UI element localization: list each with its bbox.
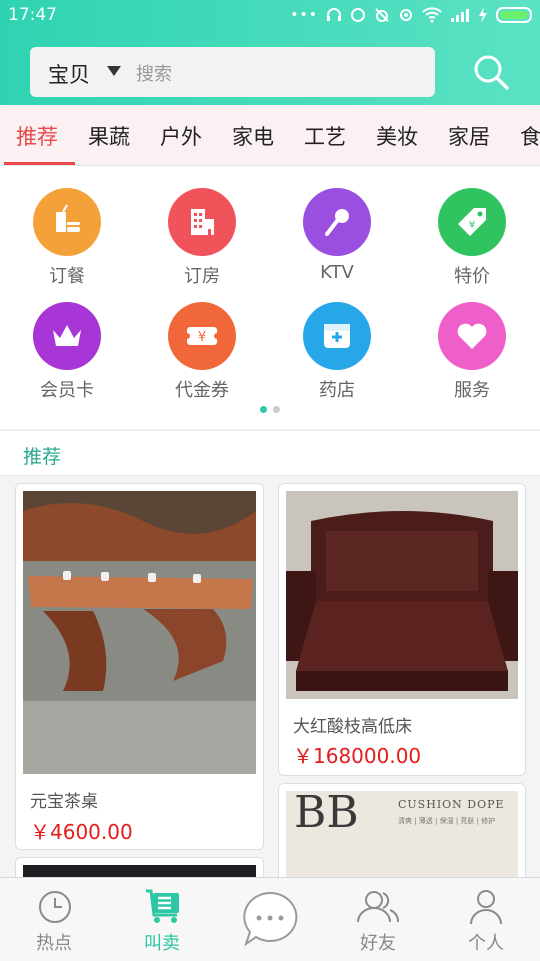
tab-appliances[interactable]: 家电: [232, 121, 274, 151]
entry-special[interactable]: ¥ 特价: [407, 188, 537, 288]
tab-home[interactable]: 家居: [448, 121, 490, 151]
app-header: 17:47 ••• 宝贝: [0, 0, 540, 105]
product-card[interactable]: 大红酸枝高低床 ￥168000.00: [278, 483, 526, 776]
product-price: ￥168000.00: [293, 744, 422, 768]
tab-crafts[interactable]: 工艺: [304, 121, 346, 151]
entry-label: 药店: [319, 380, 355, 401]
entry-label: 订餐: [49, 266, 85, 287]
nav-label: 个人: [468, 933, 504, 954]
page-indicator: [260, 406, 280, 413]
ticket-icon: ¥: [168, 302, 236, 370]
caret-down-icon[interactable]: [107, 66, 121, 76]
entry-service[interactable]: 服务: [407, 302, 537, 402]
product-price: ￥4600.00: [30, 820, 133, 844]
settings-icon: [400, 9, 412, 21]
nav-sell[interactable]: 叫卖: [108, 878, 216, 961]
nav-chat[interactable]: [216, 878, 324, 961]
product-image[interactable]: [23, 491, 256, 774]
product-image-logo: BB: [294, 787, 359, 838]
search-icon[interactable]: [468, 50, 516, 94]
svg-text:¥: ¥: [469, 220, 475, 231]
entry-label: 服务: [454, 380, 490, 401]
price-tag-icon: ¥: [438, 188, 506, 256]
entry-voucher[interactable]: ¥ 代金券: [137, 302, 267, 402]
chat-bubble-icon: [243, 891, 298, 947]
section-title: 推荐: [23, 446, 62, 468]
heart-icon: [438, 302, 506, 370]
nav-profile[interactable]: 个人: [432, 878, 540, 961]
entry-label: 代金券: [175, 380, 229, 401]
bottom-navigation: 热点 叫卖 好友 个人: [0, 877, 540, 961]
cart-list-icon: [146, 889, 179, 923]
entry-member-card[interactable]: 会员卡: [2, 302, 132, 402]
more-dots-icon: •••: [290, 7, 318, 23]
hotel-icon: [168, 188, 236, 256]
entry-label: 特价: [454, 266, 490, 287]
clock-icon: [39, 891, 71, 923]
nav-hot[interactable]: 热点: [0, 878, 108, 961]
product-image-subtitle: 清爽 | 薄透 | 保湿 | 亮肤 | 修护: [398, 817, 496, 825]
page-dot-active: [260, 406, 267, 413]
tab-beauty[interactable]: 美妆: [376, 121, 418, 151]
charging-icon: [479, 7, 487, 23]
entry-hotel[interactable]: 订房: [137, 188, 267, 288]
entry-label: 会员卡: [40, 380, 94, 401]
product-image[interactable]: [286, 491, 518, 699]
pharmacy-icon: [303, 302, 371, 370]
page-dot: [273, 406, 280, 413]
nav-label: 叫卖: [144, 933, 180, 954]
search-box[interactable]: 宝贝: [30, 47, 435, 97]
battery-icon: [496, 7, 532, 23]
signal-icon: [451, 9, 469, 22]
product-name: 元宝茶桌: [30, 792, 98, 812]
entry-ktv[interactable]: KTV: [272, 188, 402, 283]
headset-icon: [327, 8, 341, 21]
entry-meal[interactable]: 订餐: [2, 188, 132, 288]
friends-icon: [357, 891, 399, 923]
person-icon: [470, 890, 502, 925]
status-icons: •••: [290, 5, 532, 25]
search-input[interactable]: [134, 60, 418, 88]
nav-label: 热点: [36, 933, 72, 954]
tab-outdoor[interactable]: 户外: [160, 121, 202, 151]
category-tabs: 推荐 果蔬 户外 家电 工艺 美妆 家居 食: [0, 105, 540, 166]
nav-label: 好友: [360, 933, 396, 954]
crown-icon: [33, 302, 101, 370]
entry-label: KTV: [320, 262, 354, 283]
nav-friends[interactable]: 好友: [324, 878, 432, 961]
entry-pharmacy[interactable]: 药店: [272, 302, 402, 402]
product-name: 大红酸枝高低床: [293, 717, 412, 737]
entry-label: 订房: [184, 266, 220, 287]
tab-food[interactable]: 食: [520, 121, 540, 151]
status-bar: 17:47 •••: [0, 0, 540, 30]
microphone-icon: [303, 188, 371, 256]
search-scope-select[interactable]: 宝贝: [48, 59, 90, 89]
quick-entry-grid: 订餐 订房 KTV ¥ 特价 会员卡 ¥ 代金券 药店 服务: [0, 166, 540, 429]
section-header: 推荐: [0, 430, 540, 476]
meal-icon: [33, 188, 101, 256]
product-card[interactable]: 元宝茶桌 ￥4600.00: [15, 483, 264, 850]
tab-recommend[interactable]: 推荐: [16, 121, 58, 151]
sync-icon: [351, 8, 365, 22]
product-image-brand: CUSHION DOPE: [398, 798, 505, 811]
active-tab-indicator: [4, 162, 75, 165]
wifi-icon: [422, 7, 442, 23]
tab-produce[interactable]: 果蔬: [88, 121, 130, 151]
alarm-off-icon: [375, 8, 389, 22]
status-time: 17:47: [8, 5, 57, 25]
svg-text:¥: ¥: [198, 330, 206, 345]
